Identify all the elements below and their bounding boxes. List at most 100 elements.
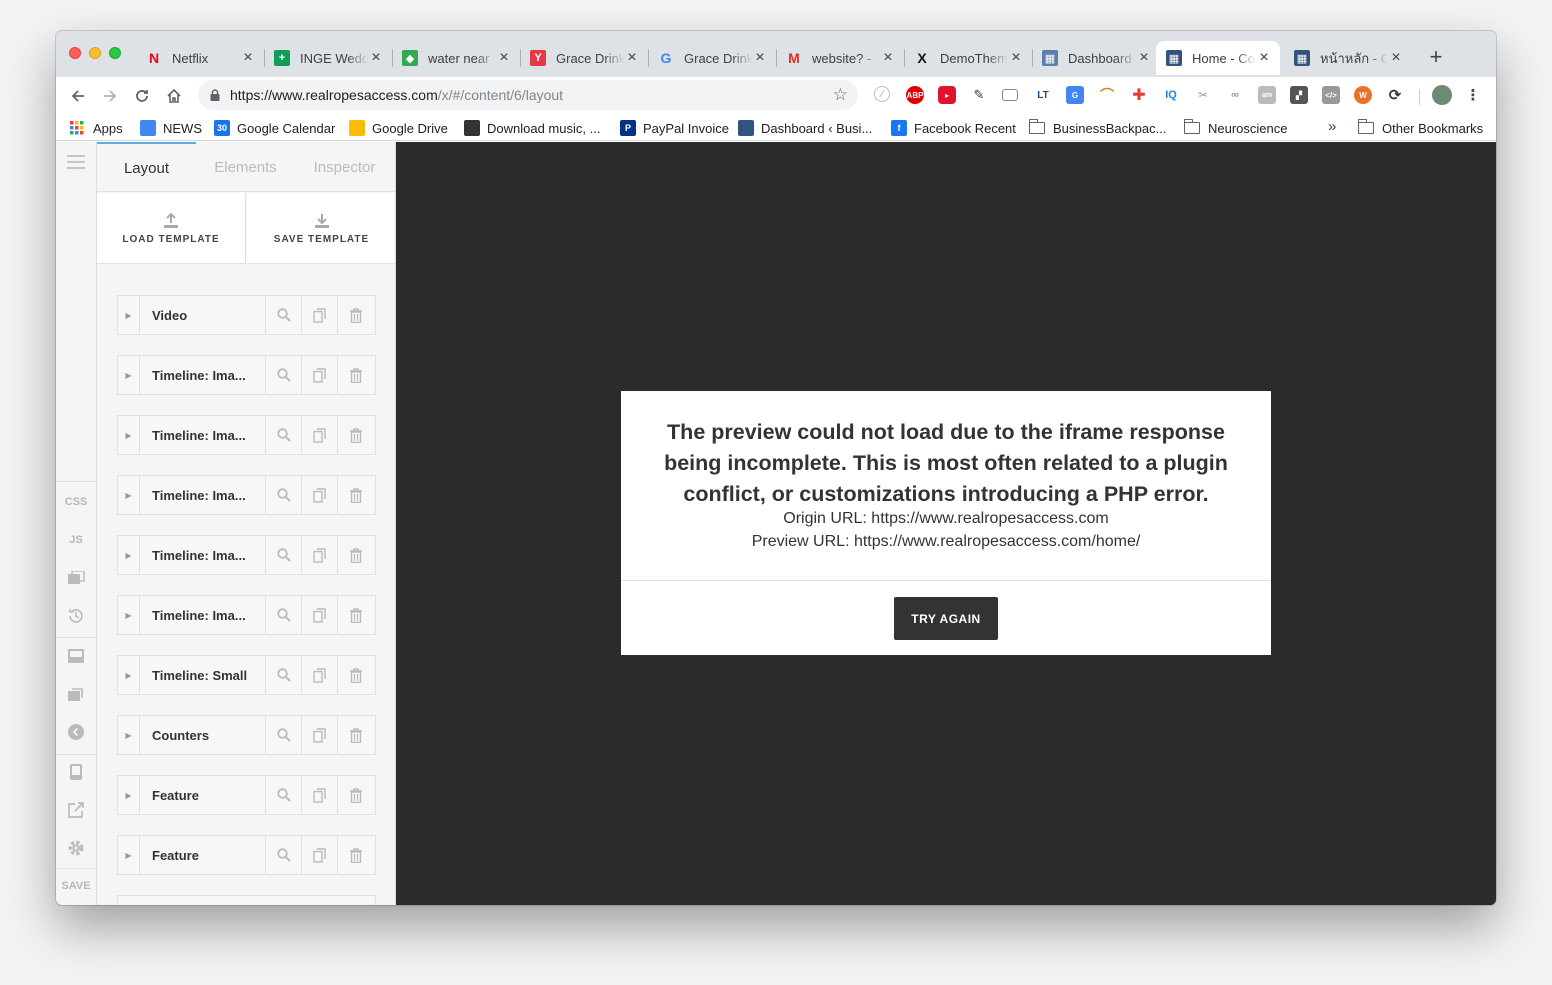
eyedropper-extension-icon[interactable]: ✎ bbox=[970, 86, 988, 104]
expand-caret-icon[interactable]: ▶ bbox=[118, 356, 140, 394]
inspect-search-icon[interactable] bbox=[266, 776, 302, 814]
iq-extension-icon[interactable]: IQ bbox=[1162, 86, 1180, 104]
duplicate-copy-icon[interactable] bbox=[302, 836, 338, 874]
element-row[interactable]: ▶ Timeline: Ima... bbox=[117, 415, 376, 455]
sync-icon[interactable]: ⟳ bbox=[1386, 86, 1404, 104]
bookmark-item[interactable]: Dashboard ‹ Busi... bbox=[738, 119, 872, 137]
element-row[interactable]: ▶ Timeline: Ima... bbox=[117, 355, 376, 395]
adblock-plus-icon[interactable]: ABP bbox=[906, 86, 924, 104]
element-row[interactable]: ▶ Counters bbox=[117, 715, 376, 755]
css-button[interactable]: CSS bbox=[56, 484, 96, 520]
plus-extension-icon[interactable]: ✚ bbox=[1130, 86, 1148, 104]
duplicate-copy-icon[interactable] bbox=[302, 416, 338, 454]
inspect-search-icon[interactable] bbox=[266, 656, 302, 694]
templates-icon[interactable] bbox=[56, 676, 96, 712]
js-button[interactable]: JS bbox=[56, 522, 96, 558]
delete-trash-icon[interactable] bbox=[338, 776, 374, 814]
bookmark-item[interactable]: Neuroscience bbox=[1183, 119, 1288, 137]
bookmark-star-icon[interactable]: ☆ bbox=[833, 85, 848, 105]
am-extension-icon[interactable]: am bbox=[1258, 86, 1276, 104]
tab-inspector[interactable]: Inspector bbox=[295, 142, 394, 192]
code-extension-icon[interactable]: </> bbox=[1322, 86, 1340, 104]
glasses-extension-icon[interactable]: ∞ bbox=[1226, 86, 1244, 104]
chart-extension-icon[interactable]: ▞ bbox=[1290, 86, 1308, 104]
bookmark-item[interactable]: NEWS bbox=[140, 119, 202, 137]
new-tab-button[interactable]: + bbox=[1422, 43, 1450, 71]
element-row[interactable]: ▶ Feature bbox=[117, 835, 376, 875]
element-row[interactable]: ▶ Video bbox=[117, 295, 376, 335]
duplicate-copy-icon[interactable] bbox=[302, 776, 338, 814]
element-row[interactable]: ▶ Timeline: Small bbox=[117, 655, 376, 695]
inspect-search-icon[interactable] bbox=[266, 296, 302, 334]
save-template-button[interactable]: SAVE TEMPLATE bbox=[247, 193, 395, 264]
tab-close-icon[interactable]: × bbox=[368, 50, 384, 66]
tab-close-icon[interactable]: × bbox=[240, 50, 256, 66]
expand-caret-icon[interactable]: ▶ bbox=[118, 596, 140, 634]
languagetool-icon[interactable]: LT bbox=[1034, 86, 1052, 104]
translate-icon[interactable]: G bbox=[1066, 86, 1084, 104]
reload-button[interactable] bbox=[128, 82, 156, 110]
browser-tab[interactable]: Mwebsite? - × bbox=[776, 41, 904, 75]
browser-tab[interactable]: ▦ Home - Co × bbox=[1156, 41, 1280, 75]
browser-tab[interactable]: + INGE Wedd × bbox=[264, 41, 392, 75]
tab-close-icon[interactable]: × bbox=[880, 50, 896, 66]
address-bar[interactable]: https://www.realropesaccess.com/x/#/cont… bbox=[198, 80, 858, 110]
tab-close-icon[interactable]: × bbox=[1136, 50, 1152, 66]
bookmark-item[interactable]: Google Drive bbox=[349, 119, 448, 137]
block-extension-icon[interactable]: ⁄ bbox=[874, 86, 890, 102]
wordpress-extension-icon[interactable]: W bbox=[1354, 86, 1372, 104]
duplicate-copy-icon[interactable] bbox=[302, 596, 338, 634]
bookmark-item[interactable]: P PayPal Invoice bbox=[620, 119, 729, 137]
expand-caret-icon[interactable]: ▶ bbox=[118, 476, 140, 514]
media-extension-icon[interactable]: ▸ bbox=[938, 86, 956, 104]
history-icon[interactable] bbox=[56, 598, 96, 634]
maximize-window-button[interactable] bbox=[109, 47, 121, 59]
bookmark-item[interactable]: 30 Google Calendar bbox=[214, 119, 335, 137]
delete-trash-icon[interactable] bbox=[338, 716, 374, 754]
back-button[interactable] bbox=[64, 82, 92, 110]
duplicate-copy-icon[interactable] bbox=[302, 356, 338, 394]
element-row[interactable]: ▶ Timeline: Ima... bbox=[117, 475, 376, 515]
settings-gear-icon[interactable] bbox=[56, 830, 96, 866]
bookmark-item[interactable]: f Facebook Recent bbox=[891, 119, 1016, 137]
bookmarks-overflow-button[interactable]: » bbox=[1328, 117, 1336, 135]
element-row[interactable]: ▶ Feature bbox=[117, 775, 376, 815]
element-row[interactable]: ▶ Timeline: Ima... bbox=[117, 535, 376, 575]
delete-trash-icon[interactable] bbox=[338, 416, 374, 454]
expand-caret-icon[interactable]: ▶ bbox=[118, 536, 140, 574]
browser-tab[interactable]: N Netflix × bbox=[136, 41, 264, 75]
browser-tab[interactable]: ▦ หน้าหลัก - C × bbox=[1284, 41, 1412, 75]
inspect-search-icon[interactable] bbox=[266, 356, 302, 394]
tab-close-icon[interactable]: × bbox=[1008, 50, 1024, 66]
menu-kebab-icon[interactable]: ⋮ bbox=[1464, 86, 1482, 104]
home-button[interactable] bbox=[160, 82, 188, 110]
back-circle-icon[interactable] bbox=[56, 714, 96, 750]
bookmark-item[interactable]: Download music, ... bbox=[464, 119, 600, 137]
expand-caret-icon[interactable]: ▶ bbox=[118, 836, 140, 874]
tab-close-icon[interactable]: × bbox=[624, 50, 640, 66]
delete-trash-icon[interactable] bbox=[338, 296, 374, 334]
layout-panel-icon[interactable] bbox=[56, 638, 96, 674]
browser-tab[interactable]: G Grace Drink × bbox=[648, 41, 776, 75]
other-bookmarks[interactable]: Other Bookmarks bbox=[1357, 119, 1483, 137]
delete-trash-icon[interactable] bbox=[338, 656, 374, 694]
delete-trash-icon[interactable] bbox=[338, 356, 374, 394]
inspect-search-icon[interactable] bbox=[266, 536, 302, 574]
minimize-window-button[interactable] bbox=[89, 47, 101, 59]
expand-caret-icon[interactable]: ▶ bbox=[118, 296, 140, 334]
duplicate-copy-icon[interactable] bbox=[302, 476, 338, 514]
inspect-search-icon[interactable] bbox=[266, 716, 302, 754]
duplicate-copy-icon[interactable] bbox=[302, 536, 338, 574]
tab-close-icon[interactable]: × bbox=[1388, 50, 1404, 66]
delete-trash-icon[interactable] bbox=[338, 536, 374, 574]
save-button[interactable]: SAVE bbox=[56, 868, 96, 904]
tab-close-icon[interactable]: × bbox=[496, 50, 512, 66]
tools-extension-icon[interactable]: ✂ bbox=[1194, 86, 1212, 104]
media-icon[interactable] bbox=[56, 560, 96, 596]
tab-close-icon[interactable]: × bbox=[752, 50, 768, 66]
expand-caret-icon[interactable]: ▶ bbox=[118, 716, 140, 754]
responsive-preview-icon[interactable] bbox=[56, 754, 96, 790]
expand-caret-icon[interactable]: ▶ bbox=[118, 656, 140, 694]
inspect-search-icon[interactable] bbox=[266, 836, 302, 874]
screen-extension-icon[interactable] bbox=[1002, 89, 1018, 101]
